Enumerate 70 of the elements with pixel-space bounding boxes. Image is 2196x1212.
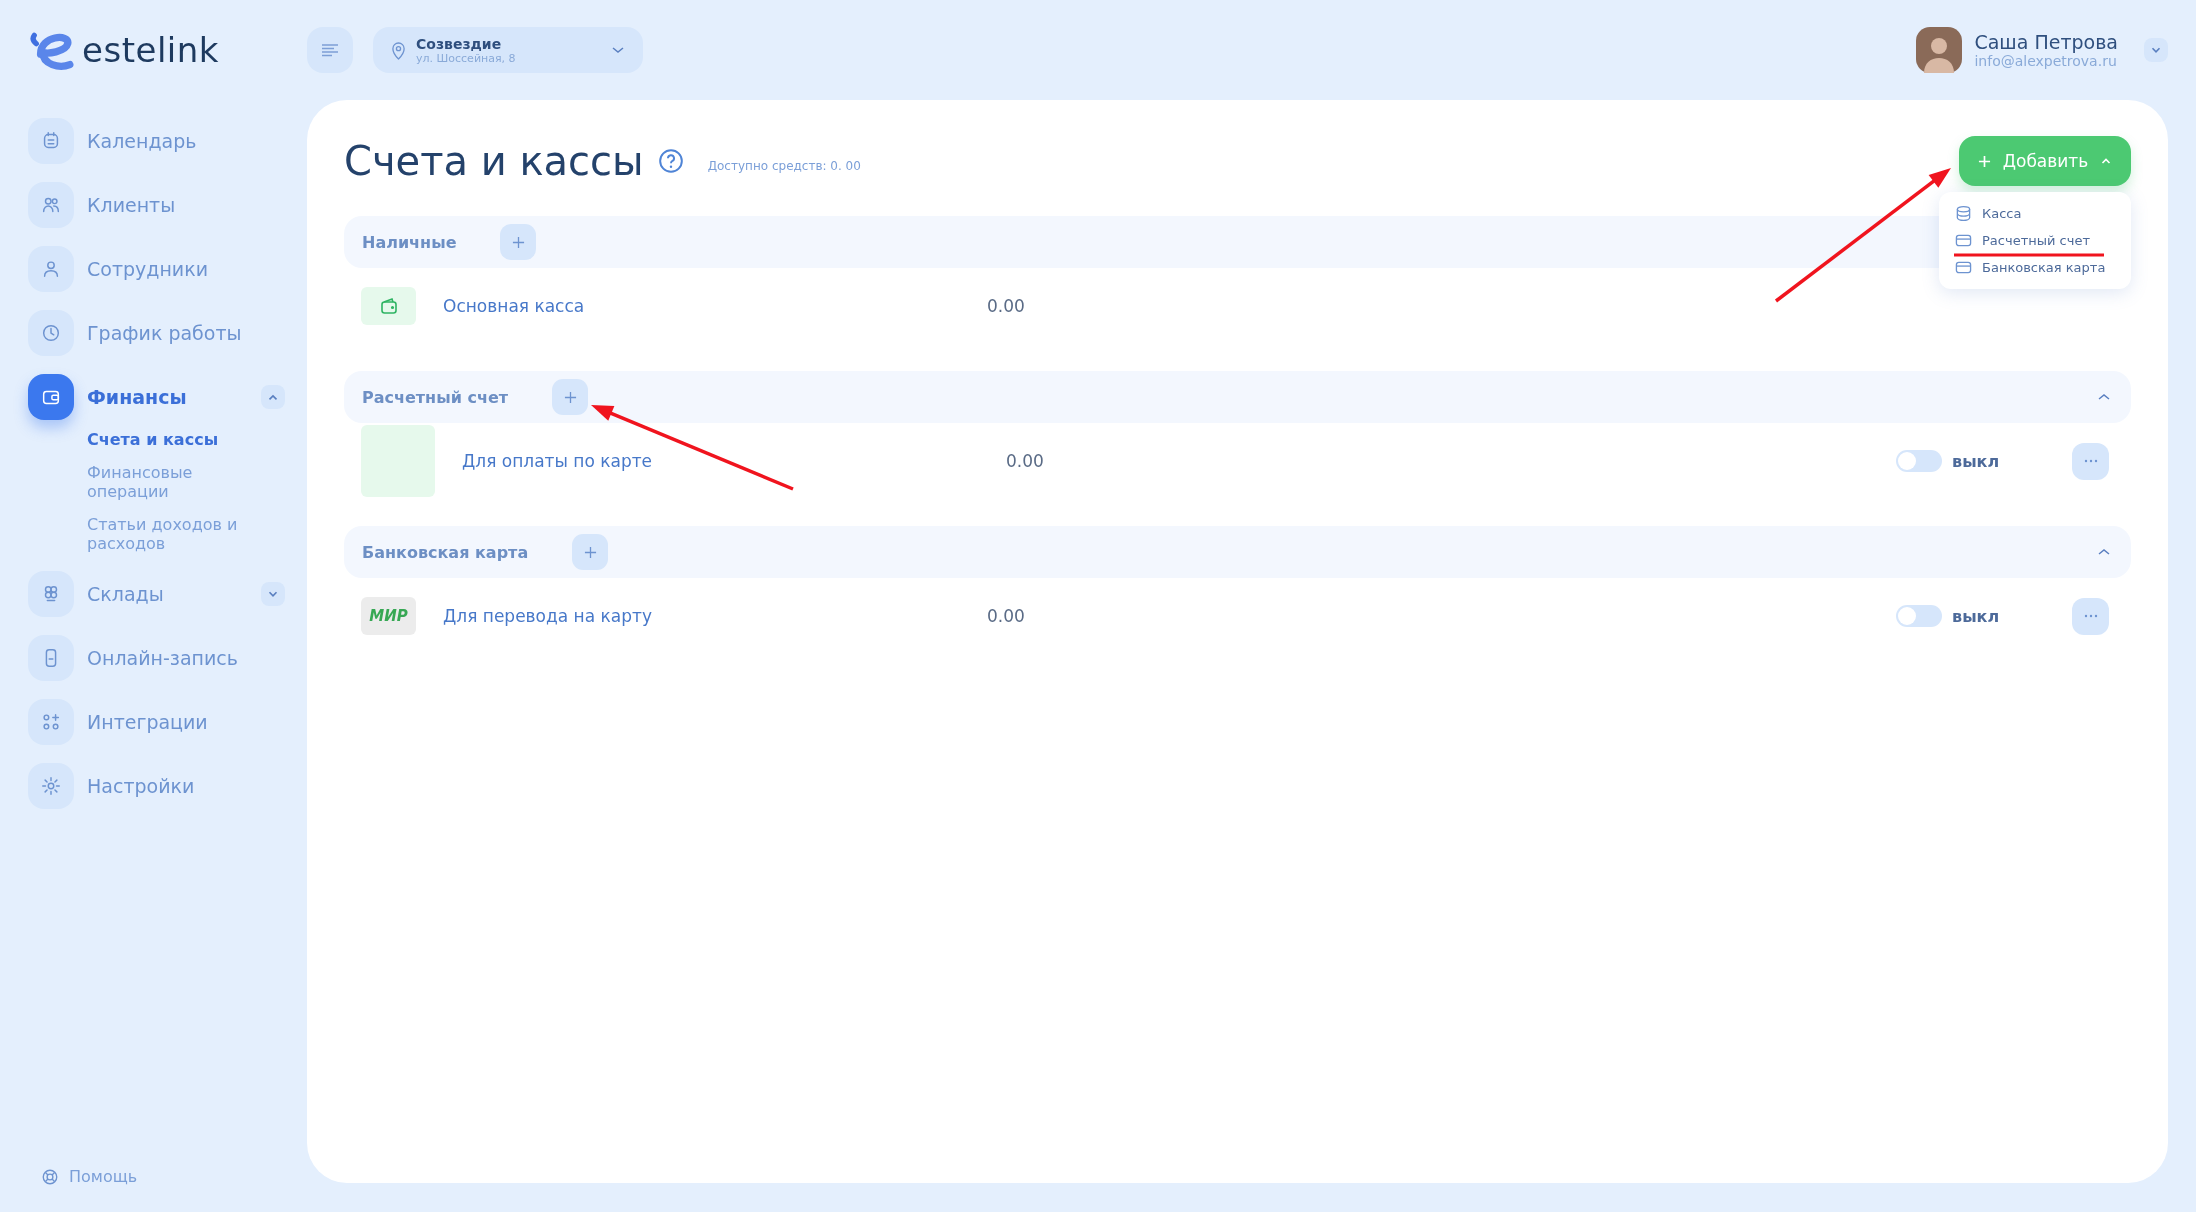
add-account-button[interactable] — [552, 379, 588, 415]
sidebar-item[interactable]: Сотрудники — [28, 246, 307, 292]
collapse-chevron-icon[interactable] — [2097, 392, 2111, 402]
avatar-silhouette — [1916, 27, 1963, 73]
more-icon — [2082, 459, 2099, 463]
menu-item[interactable]: Банковская карта — [1939, 254, 2131, 281]
plus-icon — [1977, 154, 1991, 168]
sidebar-item[interactable]: Клиенты — [28, 182, 307, 228]
account-balance: 0.00 — [987, 606, 1025, 626]
more-button[interactable] — [2072, 442, 2109, 480]
menu-icon — [321, 43, 339, 57]
card-icon — [1955, 232, 1972, 249]
sidebar-item[interactable]: Календарь — [28, 118, 307, 164]
more-icon — [2082, 614, 2099, 618]
plus-icon — [563, 390, 577, 404]
page-title: Счета и кассы — [344, 138, 644, 184]
location-address: ул. Шоссейная, 8 — [416, 51, 517, 65]
section-title: Банковская карта — [362, 542, 529, 562]
user-menu-button[interactable] — [2144, 38, 2168, 62]
card-icon — [1955, 259, 1972, 276]
toggle-switch[interactable] — [1896, 450, 1942, 472]
lifebuoy-icon — [41, 1167, 59, 1186]
chevron-icon[interactable] — [261, 385, 285, 409]
menu-item[interactable]: Расчетный счет — [1939, 227, 2131, 254]
logo-text: estelink — [82, 30, 219, 70]
account-name[interactable]: Основная касса — [443, 296, 987, 316]
gear-icon — [40, 775, 62, 797]
collapse-chevron-icon[interactable] — [2097, 547, 2111, 557]
more-button[interactable] — [2072, 597, 2109, 635]
chevron-icon — [611, 45, 625, 55]
toggle-switch[interactable] — [1896, 605, 1942, 627]
toggle-label: выкл — [1952, 451, 2001, 471]
chevron-icon[interactable] — [261, 582, 285, 606]
toggle-label: выкл — [1952, 606, 2001, 626]
coins-icon — [1955, 205, 1972, 222]
sidebar-subitem[interactable]: Счета и кассы — [87, 430, 257, 449]
sidebar-item[interactable]: Онлайн-запись — [28, 635, 307, 681]
wallet-icon — [361, 287, 416, 325]
section-title: Наличные — [362, 232, 457, 252]
sidebar-item[interactable]: Финансы — [28, 374, 307, 420]
add-button[interactable]: Добавить — [1959, 136, 2131, 186]
user-name: Саша Петрова — [1974, 31, 2118, 53]
account-balance: 0.00 — [987, 296, 1025, 316]
add-account-button[interactable] — [572, 534, 609, 570]
plus-icon — [583, 545, 597, 559]
card-logo: МИР — [361, 597, 416, 635]
sidebar-item[interactable]: Склады — [28, 571, 307, 617]
help-link[interactable]: Помощь — [41, 1167, 307, 1186]
account-balance: 0.00 — [1006, 451, 1044, 471]
location-pin-icon — [391, 40, 406, 60]
location-selector[interactable]: Созвездие ул. Шоссейная, 8 — [373, 27, 643, 73]
clock-icon — [40, 322, 62, 344]
user-email: info@alexpetrova.ru — [1974, 53, 2118, 69]
add-account-button[interactable] — [500, 224, 537, 260]
menu-item[interactable]: Касса — [1939, 200, 2131, 227]
section-title: Расчетный счет — [362, 387, 508, 407]
help-icon[interactable] — [657, 148, 684, 174]
sidebar-subitem[interactable]: Финансовые операции — [87, 463, 257, 501]
sidebar-item[interactable]: График работы — [28, 310, 307, 356]
sidebar-subitem[interactable]: Статьи доходов и расходов — [87, 515, 257, 553]
account-name[interactable]: Для оплаты по карте — [462, 451, 1006, 471]
account-name[interactable]: Для перевода на карту — [443, 606, 987, 626]
sidebar-item[interactable]: Настройки — [28, 763, 307, 809]
plus-icon — [512, 235, 525, 249]
location-name: Созвездие — [416, 35, 503, 52]
sidebar-item[interactable]: Интеграции — [28, 699, 307, 745]
menu-button[interactable] — [307, 27, 353, 73]
available-funds: Доступно средств: 0. 00 — [707, 159, 861, 173]
card-icon — [361, 425, 435, 497]
grid-icon — [40, 711, 62, 733]
